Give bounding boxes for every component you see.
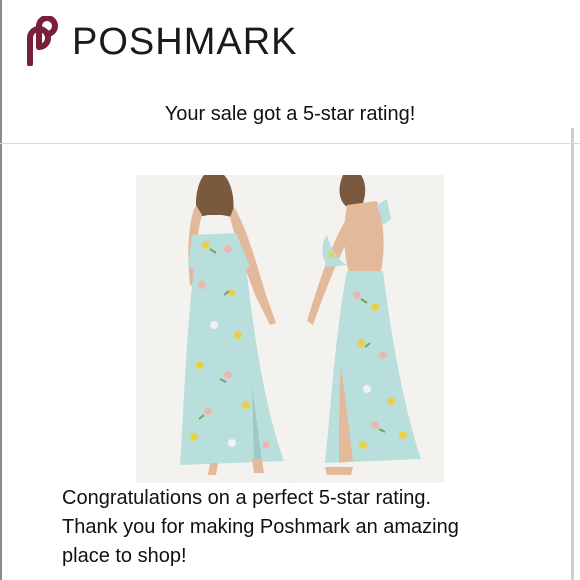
- dress-front-photo: [136, 175, 289, 483]
- message-line-2: Thank you for making Poshmark an amazing: [62, 516, 459, 538]
- message-line-3: place to shop!: [62, 545, 187, 567]
- dress-back-photo: [291, 175, 444, 483]
- window-left-border: [0, 0, 2, 580]
- scrollbar[interactable]: [571, 128, 574, 580]
- header-divider: [0, 143, 580, 144]
- email-header: POSHMARK: [0, 0, 580, 80]
- brand-wordmark: POSHMARK: [72, 21, 298, 63]
- message-line-1: Congratulations on a perfect 5-star rati…: [62, 487, 432, 509]
- congratulations-message: Congratulations on a perfect 5-star rati…: [62, 484, 532, 571]
- poshmark-logo-icon: [27, 16, 59, 66]
- product-image: [136, 175, 444, 483]
- rating-headline: Your sale got a 5-star rating!: [164, 103, 416, 125]
